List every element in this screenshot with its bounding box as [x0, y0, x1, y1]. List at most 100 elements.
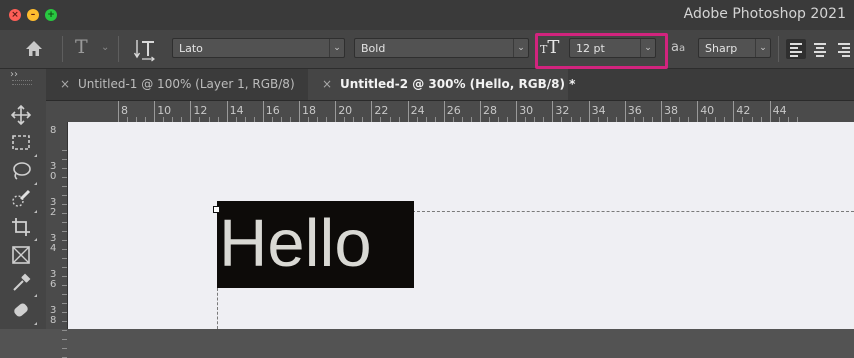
ruler-minor-tick — [62, 222, 67, 223]
crop-icon[interactable] — [10, 216, 37, 241]
move-icon[interactable] — [10, 104, 34, 128]
ruler-minor-tick — [62, 348, 67, 349]
ruler-major-tick — [407, 101, 409, 122]
font-style-select[interactable]: Bold ⌄ — [354, 38, 529, 58]
text-orientation-icon[interactable] — [133, 36, 155, 62]
font-family-select[interactable]: Lato ⌄ — [172, 38, 345, 58]
ruler-label: 36 — [627, 104, 642, 117]
anti-alias-value: Sharp — [705, 42, 738, 55]
ruler-label: 38 — [50, 305, 57, 326]
chevron-down-icon: ⌄ — [513, 39, 528, 57]
ruler-minor-tick — [62, 186, 67, 187]
horizontal-ruler[interactable]: 8 10 12 14 16 18 20 22 24 26 28 30 32 34 36 38 40 42 44 — [46, 101, 854, 123]
separator — [778, 36, 779, 62]
document-tabs: × Untitled-1 @ 100% (Layer 1, RGB/8) × Unt… — [46, 69, 854, 101]
tab-untitled-1[interactable]: × Untitled-1 @ 100% (Layer 1, RGB/8) — [46, 69, 308, 100]
frame-icon[interactable] — [10, 244, 34, 268]
anti-alias-select[interactable]: Sharp ⌄ — [698, 38, 771, 58]
ruler-minor-tick — [62, 312, 67, 313]
ruler-label: 34 — [591, 104, 606, 117]
ruler-label: 18 — [302, 104, 316, 117]
vertical-ruler[interactable]: 8 30 32 34 36 38 — [46, 122, 68, 358]
font-style-value: Bold — [361, 42, 386, 55]
marquee-icon[interactable] — [10, 132, 37, 157]
align-center-icon — [814, 43, 826, 59]
separator — [118, 36, 119, 62]
anti-alias-icon: aa — [671, 40, 686, 55]
ruler-minor-tick — [62, 276, 67, 277]
ruler-major-tick — [480, 101, 481, 122]
align-left-icon — [790, 43, 802, 59]
align-center-button[interactable] — [810, 39, 830, 59]
ruler-label: 26 — [446, 104, 461, 117]
ruler-major-tick — [697, 101, 699, 122]
ruler-minor-tick — [62, 285, 67, 286]
ruler-minor-tick — [62, 150, 67, 151]
align-right-icon — [838, 43, 850, 59]
ruler-label: 14 — [229, 104, 244, 117]
eyedropper-icon[interactable] — [10, 272, 37, 297]
document-canvas[interactable] — [68, 122, 854, 329]
ruler-label: 34 — [50, 233, 57, 254]
ruler-label: 30 — [50, 161, 57, 182]
ruler-major-tick — [443, 101, 445, 122]
ruler-label: 8 — [50, 125, 57, 136]
ruler-minor-tick — [62, 177, 67, 178]
ruler-minor-tick — [62, 258, 67, 259]
text-box-guide — [412, 211, 854, 212]
ruler-major-tick — [190, 101, 192, 122]
ruler-label: 20 — [338, 104, 353, 117]
align-right-button[interactable] — [834, 39, 854, 59]
transform-handle[interactable] — [213, 206, 220, 213]
chevron-down-icon: ⌄ — [329, 39, 344, 57]
ruler-label: 12 — [193, 104, 208, 117]
text-box-guide — [217, 288, 218, 329]
ruler-major-tick — [262, 101, 264, 122]
minimize-window-button[interactable]: – — [27, 9, 39, 21]
separator — [62, 36, 63, 62]
ruler-minor-tick — [62, 204, 67, 205]
tab-label: Untitled-2 @ 300% (Hello, RGB/8) * — [340, 77, 576, 91]
chevron-down-icon: ⌄ — [755, 39, 770, 57]
ruler-minor-tick — [62, 168, 67, 169]
ruler-minor-tick — [62, 195, 67, 196]
ruler-major-tick — [516, 101, 518, 122]
close-icon[interactable]: × — [318, 69, 336, 100]
close-icon[interactable]: × — [56, 69, 74, 100]
ruler-major-tick — [624, 101, 626, 122]
type-tool-icon[interactable]: T — [75, 36, 88, 58]
ruler-minor-tick — [62, 303, 67, 304]
lasso-icon[interactable] — [10, 160, 37, 185]
align-left-button[interactable] — [786, 39, 806, 59]
ruler-label: 28 — [483, 104, 497, 117]
home-icon[interactable] — [24, 39, 44, 59]
ruler-minor-tick — [62, 159, 67, 160]
font-family-value: Lato — [179, 42, 203, 55]
title-bar: × – + Adobe Photoshop 2021 — [0, 0, 854, 30]
text-layer-content: Hello — [219, 206, 372, 281]
app-title: Adobe Photoshop 2021 — [683, 6, 846, 22]
tab-label: Untitled-1 @ 100% (Layer 1, RGB/8) — [78, 77, 295, 91]
chevron-down-icon[interactable]: ⌄ — [101, 42, 109, 53]
ruler-major-tick — [661, 101, 662, 122]
ruler-major-tick — [769, 101, 771, 122]
ruler-label: 32 — [50, 197, 57, 218]
panel-grip[interactable] — [12, 80, 32, 85]
close-window-button[interactable]: × — [9, 9, 21, 21]
ruler-major-tick — [733, 101, 735, 122]
quick-select-icon[interactable] — [10, 188, 37, 213]
ruler-major-tick — [335, 101, 337, 122]
text-layer-hello[interactable]: Hello — [217, 201, 414, 288]
ruler-minor-tick — [62, 330, 67, 331]
ruler-label: 30 — [519, 104, 534, 117]
healing-brush-icon[interactable] — [10, 300, 37, 325]
ruler-minor-tick — [62, 240, 67, 241]
ruler-label: 24 — [410, 104, 425, 117]
ruler-minor-tick — [62, 267, 67, 268]
ruler-major-tick — [299, 101, 300, 122]
options-bar: T ⌄ Lato ⌄ Bold ⌄ TT 12 pt ⌄ aa Sharp ⌄ — [0, 30, 854, 69]
maximize-window-button[interactable]: + — [45, 9, 57, 21]
collapse-panel-icon[interactable]: ›› — [10, 69, 18, 80]
tab-untitled-2[interactable]: × Untitled-2 @ 300% (Hello, RGB/8) * — [308, 69, 575, 100]
ruler-major-tick — [371, 101, 373, 122]
